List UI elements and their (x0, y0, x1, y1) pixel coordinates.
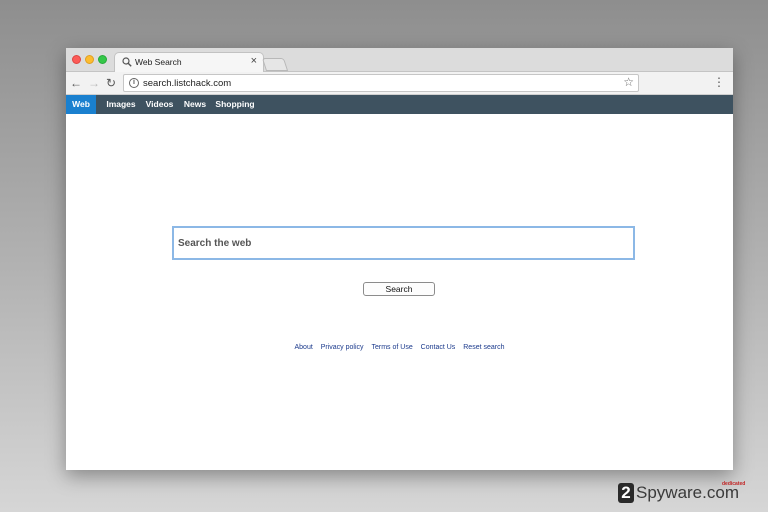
watermark-logo: 2 Spyware.com dedicated (618, 481, 758, 507)
tab-web-search[interactable]: Web Search × (114, 52, 264, 73)
tab-title: Web Search (135, 57, 182, 67)
footer-link-terms[interactable]: Terms of Use (371, 344, 412, 351)
search-icon (122, 57, 132, 67)
close-window-button[interactable] (72, 55, 81, 64)
url-text[interactable]: search.listchack.com (143, 78, 231, 89)
watermark-logo-mark: 2 (618, 483, 634, 503)
watermark-subtext: dedicated (722, 481, 746, 487)
footer-link-about[interactable]: About (294, 344, 312, 351)
footer-link-privacy[interactable]: Privacy policy (321, 344, 364, 351)
search-category-nav: Web Images Videos News Shopping (66, 95, 733, 114)
forward-arrow-icon[interactable]: → (88, 75, 100, 91)
nav-shopping[interactable]: Shopping (213, 95, 257, 114)
footer-link-reset[interactable]: Reset search (463, 344, 504, 351)
search-button[interactable]: Search (363, 282, 435, 296)
reload-icon[interactable]: ↻ (106, 75, 116, 91)
browser-window: Web Search × ← → ↻ i search.listchack.co… (66, 48, 733, 470)
back-arrow-icon[interactable]: ← (70, 75, 82, 91)
nav-videos[interactable]: Videos (143, 95, 176, 114)
close-icon[interactable]: × (251, 55, 257, 67)
new-tab-button[interactable] (261, 58, 289, 71)
browser-toolbar: ← → ↻ i search.listchack.com ☆ ⋮ (66, 72, 733, 95)
title-bar: Web Search × (66, 48, 733, 73)
nav-news[interactable]: News (180, 95, 210, 114)
address-bar[interactable]: i search.listchack.com ☆ (123, 74, 639, 92)
info-icon[interactable]: i (129, 78, 139, 88)
browser-menu-icon[interactable]: ⋮ (713, 75, 725, 89)
search-input[interactable] (174, 228, 633, 258)
footer-link-contact[interactable]: Contact Us (421, 344, 456, 351)
nav-web[interactable]: Web (66, 95, 96, 114)
bookmark-star-icon[interactable]: ☆ (623, 75, 634, 89)
footer-links: About Privacy policy Terms of Use Contac… (66, 344, 733, 356)
minimize-window-button[interactable] (85, 55, 94, 64)
maximize-window-button[interactable] (98, 55, 107, 64)
search-box (172, 226, 635, 260)
nav-images[interactable]: Images (101, 95, 141, 114)
